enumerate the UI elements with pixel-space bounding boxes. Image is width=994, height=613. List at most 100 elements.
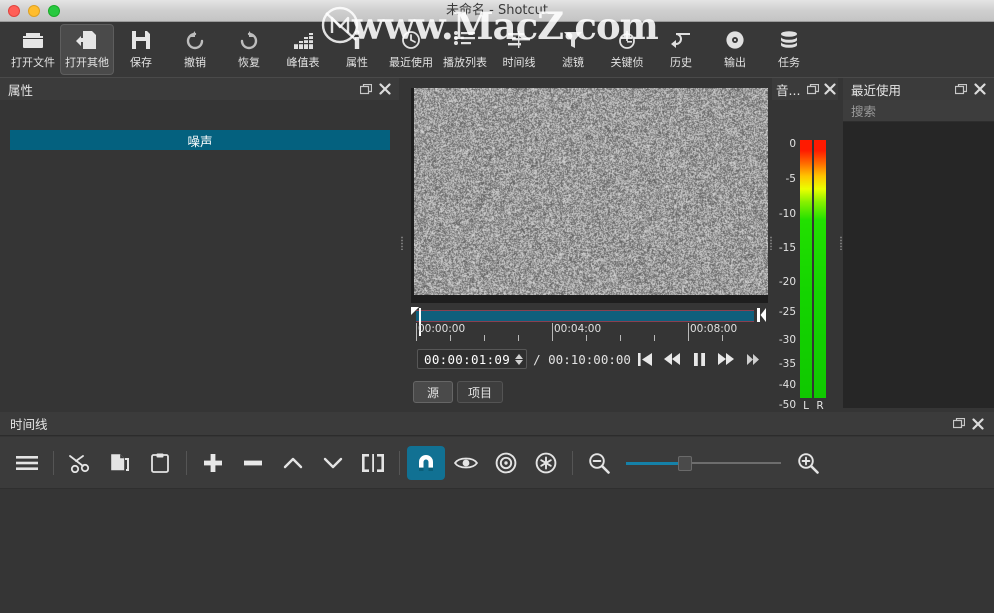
scrub-toggle[interactable] — [447, 446, 485, 480]
audio-meter-body: 0 -5 -10 -15 -20 -25 -30 -35 -40 -50 L R — [772, 100, 840, 412]
seek-ruler: 00:00:00 00:04:00 00:08:00 — [416, 323, 756, 342]
scale-label: 0 — [789, 138, 796, 150]
seek-track[interactable] — [416, 310, 754, 322]
toolbar-recent[interactable]: 最近使用 — [384, 24, 438, 75]
toolbar-label: 任务 — [778, 56, 800, 69]
close-icon[interactable] — [378, 83, 391, 96]
toolbar-save[interactable]: 保存 — [114, 24, 168, 75]
search-input[interactable]: 搜索 — [843, 100, 994, 122]
toolbar-label: 滤镜 — [562, 56, 584, 69]
snap-toggle[interactable] — [407, 445, 445, 480]
zoom-in-icon[interactable] — [789, 446, 827, 480]
rewind-icon[interactable] — [664, 351, 680, 367]
toolbar-peak-meter[interactable]: 峰值表 — [276, 24, 330, 75]
playlist-icon — [452, 29, 478, 51]
clip-name-bar[interactable]: 噪声 — [10, 130, 390, 150]
scale-label: -35 — [778, 358, 796, 370]
toolbar-properties[interactable]: 属性 — [330, 24, 384, 75]
shotcut-window: 未命名 - Shotcut 打开文件 打开其他 保存 撤销 恢复 峰值表 属性 … — [0, 0, 994, 613]
peak-meter-icon — [290, 29, 316, 51]
timecode-spinner[interactable] — [514, 353, 524, 365]
toolbar-label: 历史 — [670, 56, 692, 69]
filters-icon — [560, 29, 586, 51]
float-panel-icon[interactable] — [954, 83, 967, 96]
toolbar-jobs[interactable]: 任务 — [762, 24, 816, 75]
toolbar-label: 撤销 — [184, 56, 206, 69]
zoom-out-icon[interactable] — [580, 446, 618, 480]
close-icon[interactable] — [823, 83, 836, 96]
toolbar-timeline[interactable]: 时间线 — [492, 24, 546, 75]
timeline-menu[interactable] — [8, 446, 46, 480]
toolbar-playlist[interactable]: 播放列表 — [438, 24, 492, 75]
append-button[interactable] — [194, 446, 232, 480]
window-title: 未命名 - Shotcut — [446, 3, 548, 18]
audio-meter-scale: 0 -5 -10 -15 -20 -25 -30 -35 -40 -50 — [772, 138, 796, 411]
toolbar-export[interactable]: 输出 — [708, 24, 762, 75]
tab-project[interactable]: 项目 — [457, 381, 504, 403]
timeline-panel: 时间线 — [0, 412, 994, 613]
toolbar-label: 最近使用 — [389, 56, 433, 69]
float-panel-icon[interactable] — [806, 83, 819, 96]
spinner-down-icon[interactable] — [515, 359, 524, 365]
open-file-icon — [20, 29, 46, 51]
video-preview[interactable] — [411, 88, 768, 303]
toolbar-label: 关键侦 — [610, 56, 644, 69]
ripple-all-toggle[interactable] — [527, 446, 565, 480]
pause-icon[interactable] — [691, 351, 707, 367]
float-panel-icon[interactable] — [952, 417, 965, 430]
scale-label: -15 — [778, 242, 796, 254]
ruler-label: 00:08:00 — [690, 323, 738, 335]
channel-label-left: L — [803, 400, 809, 412]
tab-source[interactable]: 源 — [413, 381, 453, 403]
out-point-marker[interactable] — [757, 308, 766, 322]
player-tabstrip: 源 项目 — [405, 378, 776, 406]
window-titlebar: 未命名 - Shotcut — [0, 0, 994, 22]
duration-value: 00:10:00:00 — [548, 351, 631, 367]
overwrite-button[interactable] — [314, 446, 352, 480]
toolbar-keyframes[interactable]: 关键侦 — [600, 24, 654, 75]
toolbar-divider — [186, 450, 187, 475]
slider-fill — [626, 461, 684, 465]
split-button[interactable] — [354, 446, 392, 480]
slider-thumb[interactable] — [678, 455, 692, 471]
scale-label: -10 — [778, 208, 796, 220]
properties-panel-header: 属性 — [0, 78, 399, 100]
ripple-toggle[interactable] — [487, 446, 525, 480]
timeline-zoom-slider[interactable] — [626, 454, 781, 472]
float-panel-icon[interactable] — [359, 83, 372, 96]
player-panel: 00:00:00 00:04:00 00:08:00 00:00:01:09 /… — [405, 78, 913, 483]
recent-list[interactable] — [843, 122, 994, 408]
ruler-label: 00:04:00 — [554, 323, 602, 335]
ripple-delete-button[interactable] — [234, 446, 272, 480]
toolbar-undo[interactable]: 撤销 — [168, 24, 222, 75]
toolbar-history[interactable]: 历史 — [654, 24, 708, 75]
seekbar[interactable]: 00:00:00 00:04:00 00:08:00 — [411, 307, 766, 342]
toolbar-open-other[interactable]: 打开其他 — [60, 24, 114, 75]
toolbar-label: 恢复 — [238, 56, 260, 69]
timeline-tracks-area[interactable] — [0, 490, 994, 613]
panel-title: 属性 — [8, 82, 34, 98]
spinner-up-icon[interactable] — [515, 353, 524, 359]
audio-bar-right — [814, 140, 826, 398]
main-toolbar: 打开文件 打开其他 保存 撤销 恢复 峰值表 属性 最近使用 播放列表 时间线 … — [0, 22, 994, 78]
fast-forward-icon[interactable] — [718, 351, 734, 367]
toolbar-open-file[interactable]: 打开文件 — [6, 24, 60, 75]
current-timecode-field[interactable]: 00:00:01:09 — [417, 349, 528, 369]
toolbar-redo[interactable]: 恢复 — [222, 24, 276, 75]
toolbar-label: 打开其他 — [65, 56, 109, 69]
toolbar-filters[interactable]: 滤镜 — [546, 24, 600, 75]
skip-next-icon[interactable] — [745, 351, 761, 367]
toolbar-divider — [399, 450, 400, 475]
close-icon[interactable] — [971, 417, 984, 430]
history-icon — [668, 29, 694, 51]
lift-button[interactable] — [274, 446, 312, 480]
copy-button[interactable] — [101, 446, 139, 480]
paste-button[interactable] — [141, 446, 179, 480]
skip-previous-icon[interactable] — [637, 351, 653, 367]
recent-panel-header: 最近使用 — [843, 78, 994, 100]
scale-label: -5 — [785, 173, 796, 185]
cut-button[interactable] — [61, 446, 99, 480]
toolbar-label: 保存 — [130, 56, 152, 69]
in-point-marker[interactable] — [411, 307, 419, 315]
close-icon[interactable] — [973, 83, 986, 96]
